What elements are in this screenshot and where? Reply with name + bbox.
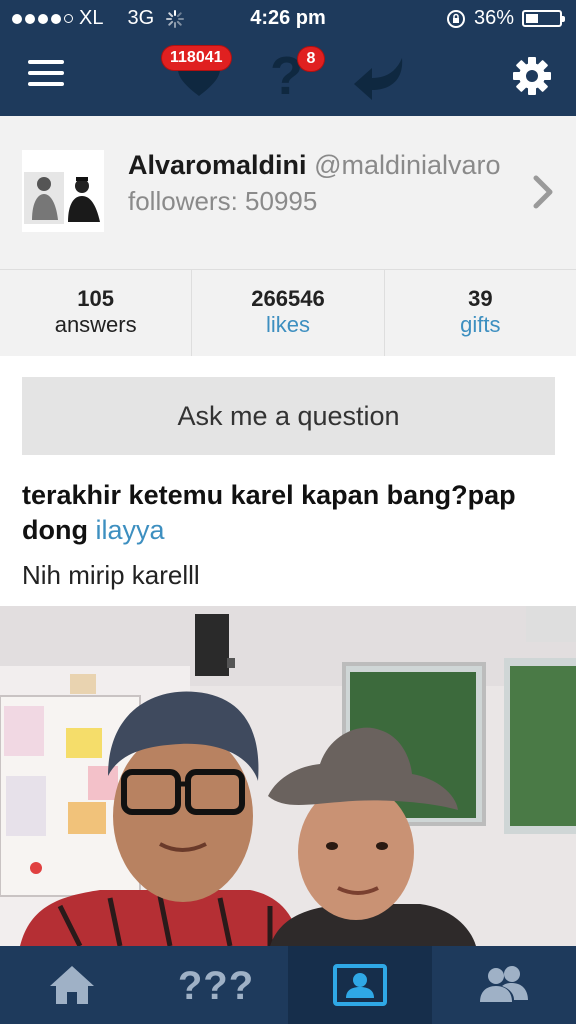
profile-header[interactable]: Alvaromaldini @maldinialvaro followers: … bbox=[0, 116, 576, 269]
profile-stats: 105 answers 266546 likes 39 gifts bbox=[0, 269, 576, 356]
tab-questions[interactable]: ??? bbox=[144, 946, 288, 1024]
reply-icon[interactable] bbox=[352, 54, 408, 102]
answer-photo[interactable] bbox=[0, 606, 576, 946]
stat-likes[interactable]: 266546 likes bbox=[192, 270, 385, 356]
followers-count: followers: 50995 bbox=[128, 186, 318, 216]
profile-icon bbox=[333, 964, 387, 1006]
user-handle: @maldinialvaro bbox=[314, 150, 501, 180]
avatar[interactable] bbox=[22, 150, 104, 232]
stat-value: 39 bbox=[468, 286, 493, 311]
status-bar: XL 3G 4:26 pm 36% bbox=[0, 0, 576, 38]
nav-bar: 118041 ? 8 bbox=[0, 38, 576, 116]
menu-icon[interactable] bbox=[28, 60, 64, 90]
chevron-right-icon[interactable] bbox=[532, 174, 556, 210]
tab-bar: ??? bbox=[0, 946, 576, 1024]
friends-icon bbox=[480, 966, 528, 1002]
question-text: terakhir ketemu karel kapan bang?pap don… bbox=[22, 478, 562, 548]
stat-value: 105 bbox=[77, 286, 115, 311]
display-name: Alvaromaldini bbox=[128, 150, 307, 180]
stat-label: answers bbox=[54, 312, 137, 337]
gear-icon[interactable] bbox=[512, 56, 552, 96]
rotation-lock-icon bbox=[446, 9, 465, 28]
stat-answers[interactable]: 105 answers bbox=[0, 270, 193, 356]
stat-gifts[interactable]: 39 gifts bbox=[385, 270, 576, 356]
ask-question-button[interactable]: Ask me a question bbox=[22, 377, 555, 455]
profile-username: Alvaromaldini @maldinialvaro bbox=[128, 150, 501, 181]
stat-value: 266546 bbox=[251, 286, 325, 311]
battery-percent: 36% bbox=[473, 7, 514, 29]
tab-profile[interactable] bbox=[288, 946, 432, 1024]
home-icon bbox=[50, 966, 94, 1004]
questions-badge: 8 bbox=[298, 47, 324, 71]
stat-label: likes bbox=[265, 312, 310, 337]
answer-text: Nih mirip karelll bbox=[22, 560, 200, 590]
battery-icon bbox=[522, 10, 565, 27]
stat-label: gifts bbox=[460, 312, 501, 337]
tab-home[interactable] bbox=[0, 946, 144, 1024]
questions-icon: ??? bbox=[177, 964, 255, 1008]
tab-friends[interactable] bbox=[432, 946, 576, 1024]
battery-area: 36% bbox=[446, 7, 565, 30]
likes-badge: 118041 bbox=[162, 46, 231, 70]
asker-link[interactable]: ilayya bbox=[96, 515, 165, 545]
